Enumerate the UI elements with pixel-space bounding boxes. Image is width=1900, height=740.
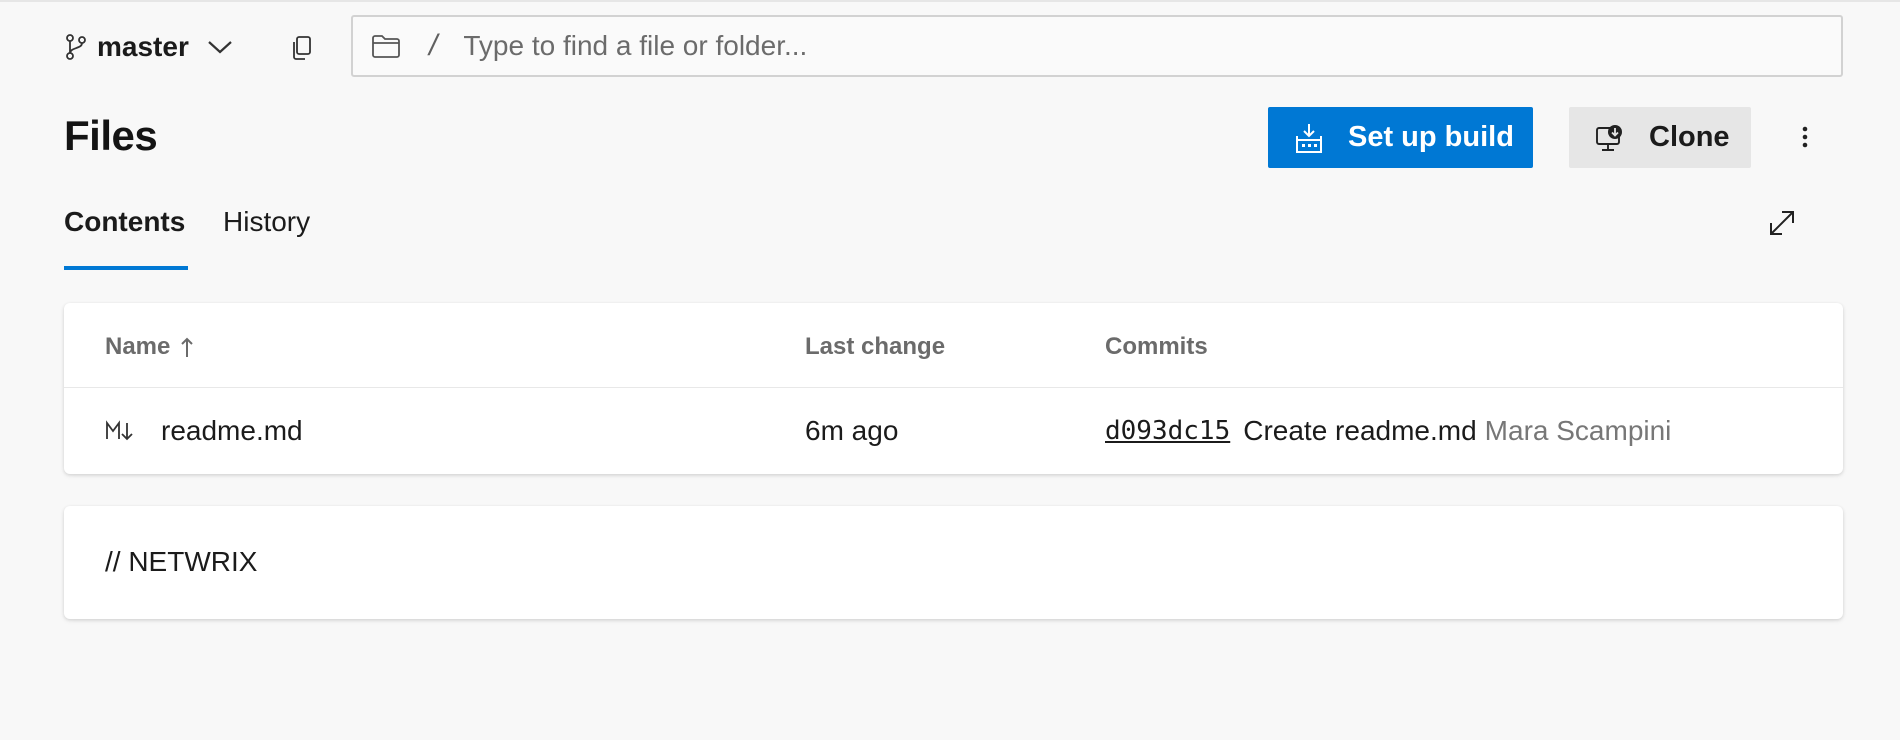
setup-build-label: Set up build <box>1348 121 1514 153</box>
more-vertical-icon <box>1801 125 1809 149</box>
commit-author: Mara Scampini <box>1484 415 1672 446</box>
column-header-name[interactable]: Name <box>105 333 194 361</box>
file-name-cell: readme.md <box>105 388 303 474</box>
clone-icon <box>1595 123 1625 153</box>
files-table: Name Last change Commits readme.md 6m ag… <box>64 303 1843 474</box>
expand-icon <box>1768 209 1796 237</box>
column-header-commits[interactable]: Commits <box>1105 333 1208 361</box>
column-header-name-label: Name <box>105 333 171 360</box>
active-tab-indicator <box>64 266 188 270</box>
markdown-icon <box>105 420 135 442</box>
readme-preview: // NETWRIX <box>64 506 1843 619</box>
commit-message: Create readme.md <box>1243 415 1477 446</box>
last-change-cell: 6m ago <box>805 415 899 446</box>
file-search-input[interactable] <box>463 21 1841 71</box>
setup-build-button[interactable]: Set up build <box>1268 107 1533 168</box>
tab-contents[interactable]: Contents <box>64 206 185 238</box>
branch-icon <box>65 34 87 60</box>
folder-icon <box>371 33 401 59</box>
readme-content: // NETWRIX <box>105 546 258 577</box>
clone-button[interactable]: Clone <box>1569 107 1751 168</box>
clone-label: Clone <box>1649 121 1730 153</box>
column-header-last-change[interactable]: Last change <box>805 333 945 361</box>
branch-selector[interactable]: master <box>65 24 233 70</box>
build-icon <box>1294 122 1324 154</box>
file-path-bar: / <box>351 15 1843 77</box>
path-separator: / <box>429 29 438 62</box>
tab-history[interactable]: History <box>223 206 310 238</box>
page-title: Files <box>64 112 158 159</box>
commit-cell: d093dc15 Create readme.md Mara Scampini <box>1105 388 1671 474</box>
expand-button[interactable] <box>1762 203 1802 243</box>
table-row[interactable]: readme.md 6m ago d093dc15 Create readme.… <box>64 388 1843 474</box>
file-name-link[interactable]: readme.md <box>161 415 303 447</box>
copy-icon <box>291 35 313 61</box>
copy-path-button[interactable] <box>282 28 322 68</box>
top-border <box>0 0 1900 2</box>
commit-id-link[interactable]: d093dc15 <box>1105 416 1230 446</box>
arrow-up-icon <box>180 336 194 358</box>
more-actions-button[interactable] <box>1785 117 1825 157</box>
branch-name: master <box>97 31 189 62</box>
chevron-down-icon <box>207 39 233 55</box>
